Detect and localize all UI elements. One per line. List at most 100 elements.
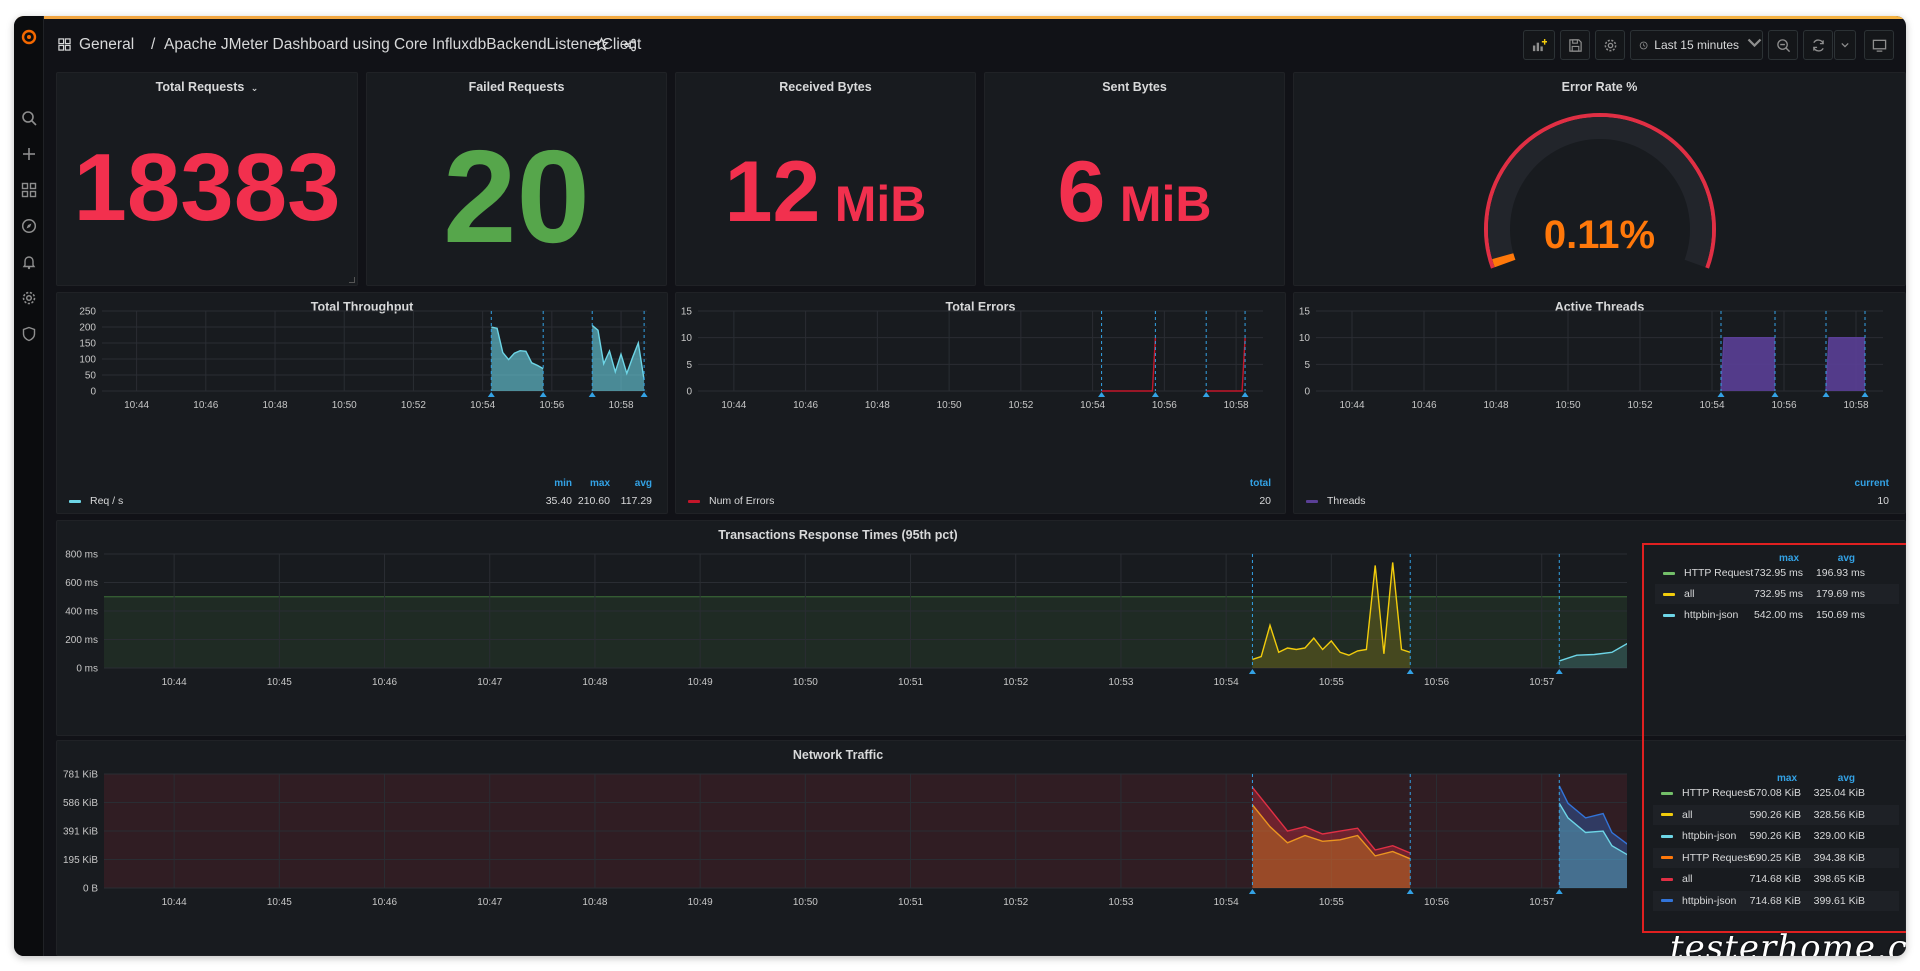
x-tick-label: 10:52: [1003, 677, 1028, 688]
x-tick-label: 10:54: [1080, 400, 1105, 411]
legend-header-current[interactable]: current: [1839, 478, 1889, 489]
x-tick-label: 10:54: [1699, 400, 1724, 411]
y-tick-label: 0: [1304, 387, 1310, 398]
stat-panel-failed-requests[interactable]: Failed Requests 20: [366, 72, 667, 286]
timeseries-panel-network-traffic[interactable]: Network Traffic 0 B 195 KiB 391 KiB 586 KiB…: [56, 740, 1906, 956]
stat-panel-sent-bytes[interactable]: Sent Bytes 6 MiB: [984, 72, 1285, 286]
grafana-window: General / Apache JMeter Dashboard using …: [14, 16, 1906, 956]
errors-chart[interactable]: 0 5 10 15 10:44 10:46 10:48 10:50 10:52 10:54 10:5…: [676, 293, 1286, 514]
gauge-panel-error-rate[interactable]: Error Rate % 0.11%: [1293, 72, 1906, 286]
x-tick-label: 10:48: [263, 400, 288, 411]
side-menu: [14, 16, 44, 956]
search-icon[interactable]: [18, 107, 40, 129]
legend-name: Threads: [1327, 495, 1366, 507]
plus-icon[interactable]: [18, 143, 40, 165]
dashboards-icon[interactable]: [18, 179, 40, 201]
legend-header-avg[interactable]: avg: [617, 478, 652, 489]
annotation-marker: [1098, 392, 1106, 397]
legend-item[interactable]: Req / s 35.40 210.60 117.29: [69, 491, 659, 511]
legend-total: 20: [1259, 495, 1271, 507]
timeseries-panel-total-throughput[interactable]: Total Throughput 0 50 100 150 200 250 10:44 10:…: [56, 292, 668, 514]
stat-panel-received-bytes[interactable]: Received Bytes 12 MiB: [675, 72, 976, 286]
x-tick-label: 10:46: [1411, 400, 1436, 411]
x-tick-label: 10:51: [898, 897, 923, 908]
shield-icon[interactable]: [18, 323, 40, 345]
y-tick-label: 0: [90, 387, 96, 398]
add-panel-button[interactable]: [1523, 30, 1555, 60]
y-tick-label: 200: [79, 323, 96, 334]
x-tick-label: 10:44: [721, 400, 746, 411]
refresh-interval-dropdown[interactable]: [1834, 30, 1856, 60]
share-icon[interactable]: [623, 38, 637, 57]
breadcrumb-separator: /: [151, 36, 156, 53]
panel-title[interactable]: Total Requests ⌄: [57, 80, 357, 94]
annotation-marker: [1406, 669, 1414, 674]
throughput-chart[interactable]: 0 50 100 150 200 250 10:44 10:46 10:48 10:50 10:52…: [57, 293, 668, 514]
x-tick-label: 10:44: [124, 400, 149, 411]
refresh-button[interactable]: [1803, 30, 1833, 60]
chevron-down-icon: [1747, 35, 1762, 55]
resize-handle-icon[interactable]: [349, 277, 355, 283]
annotation-marker: [588, 392, 596, 397]
annotation-marker: [1202, 392, 1210, 397]
y-tick-label: 200 ms: [65, 635, 98, 646]
x-tick-label: 10:54: [1214, 677, 1239, 688]
panel-title[interactable]: Received Bytes: [676, 80, 975, 94]
legend-swatch: [688, 499, 700, 503]
gauge-value: 0.11%: [1543, 213, 1656, 257]
chevron-down-icon: [1841, 42, 1849, 48]
breadcrumb-dashboard-title[interactable]: Apache JMeter Dashboard using Core Influ…: [164, 36, 641, 54]
legend-item[interactable]: Threads 10: [1306, 491, 1896, 511]
y-tick-label: 781 KiB: [63, 770, 98, 781]
grafana-logo-icon[interactable]: [18, 26, 40, 48]
zoom-out-icon: [1776, 38, 1790, 52]
alerting-bell-icon[interactable]: [18, 251, 40, 273]
dashboards-grid-icon[interactable]: [58, 38, 71, 56]
legend-name: Req / s: [90, 495, 124, 507]
monitor-icon: [1872, 39, 1886, 52]
stat-value: 6: [1057, 144, 1106, 240]
annotation-marker: [1717, 392, 1725, 397]
annotation-marker: [1248, 669, 1256, 674]
legend-header-min[interactable]: min: [542, 478, 572, 489]
star-icon[interactable]: [594, 36, 609, 57]
y-tick-label: 0 ms: [76, 664, 98, 675]
y-tick-label: 391 KiB: [63, 827, 98, 838]
x-tick-label: 10:56: [1771, 400, 1796, 411]
annotation-marker: [487, 392, 495, 397]
add-panel-icon: [1532, 38, 1547, 51]
zoom-out-button[interactable]: [1768, 30, 1798, 60]
gear-icon[interactable]: [18, 287, 40, 309]
dashboard-settings-button[interactable]: [1595, 30, 1625, 60]
legend-item[interactable]: Num of Errors 20: [688, 491, 1278, 511]
dashboard-navbar: General / Apache JMeter Dashboard using …: [44, 16, 1906, 68]
x-tick-label: 10:48: [865, 400, 890, 411]
panel-title[interactable]: Failed Requests: [367, 80, 666, 94]
refresh-icon: [1812, 38, 1824, 52]
stat-panel-total-requests[interactable]: Total Requests ⌄ 18383: [56, 72, 358, 286]
y-tick-label: 50: [85, 371, 97, 382]
legend-header-max[interactable]: max: [580, 478, 610, 489]
y-tick-label: 100: [79, 355, 96, 366]
save-dashboard-button[interactable]: [1560, 30, 1590, 60]
series-area: [592, 325, 645, 391]
legend-header-total[interactable]: total: [1231, 478, 1271, 489]
panel-title[interactable]: Sent Bytes: [985, 80, 1284, 94]
x-tick-label: 10:50: [937, 400, 962, 411]
timeseries-panel-active-threads[interactable]: Active Threads 0 5 10 15 10:44 10:46 10:48 10:5…: [1293, 292, 1906, 514]
cycle-view-mode-button[interactable]: [1864, 30, 1894, 60]
timeseries-panel-total-errors[interactable]: Total Errors 0 5 10 15 10:44 10:46 10:48 10:50 1…: [675, 292, 1286, 514]
y-tick-label: 195 KiB: [63, 855, 98, 866]
explore-compass-icon[interactable]: [18, 215, 40, 237]
x-tick-label: 10:52: [401, 400, 426, 411]
timeseries-panel-response-times[interactable]: Transactions Response Times (95th pct) 0…: [56, 520, 1906, 736]
stat-unit: MiB: [834, 176, 927, 232]
threads-chart[interactable]: 0 5 10 15 10:44 10:46 10:48 10:50 10:52 10:54 10:5…: [1294, 293, 1906, 514]
y-tick-label: 10: [1299, 333, 1311, 344]
x-tick-label: 10:46: [193, 400, 218, 411]
chevron-down-icon: ⌄: [250, 83, 259, 93]
breadcrumb-folder[interactable]: General: [79, 36, 134, 54]
response-times-chart[interactable]: 0 ms 200 ms 400 ms 600 ms 800 ms 10:44 10:45 10…: [57, 521, 1627, 736]
time-range-picker[interactable]: Last 15 minutes: [1630, 30, 1763, 60]
network-traffic-chart[interactable]: 0 B 195 KiB 391 KiB 586 KiB 781 KiB 10:44 10:4…: [57, 741, 1627, 956]
